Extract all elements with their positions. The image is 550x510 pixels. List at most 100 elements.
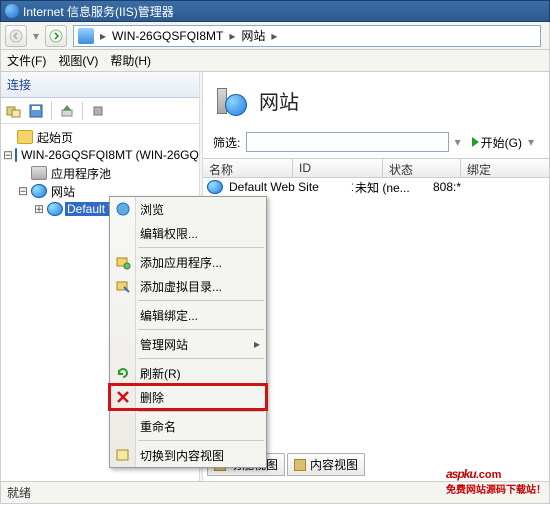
toolbar-separator	[51, 102, 52, 120]
tree-label: WIN-26GQSFQI8MT (WIN-26GQS	[19, 148, 199, 162]
up-icon[interactable]	[58, 102, 76, 120]
ctx-label: 切换到内容视图	[140, 447, 224, 464]
tree-start-page[interactable]: 起始页	[1, 128, 199, 146]
tab-content-view[interactable]: 内容视图	[287, 453, 365, 476]
cell-name: Default Web Site	[227, 180, 349, 194]
window-titlebar: Internet 信息服务(IIS)管理器	[0, 0, 550, 22]
connections-toolbar	[1, 98, 199, 124]
browse-icon	[114, 200, 132, 218]
breadcrumb-sites[interactable]: 网站	[237, 27, 269, 44]
list-item[interactable]: Default Web Site 1 未知 (ne... 808:*	[203, 178, 549, 196]
add-app-icon	[114, 253, 132, 271]
ctx-edit-permissions[interactable]: 编辑权限...	[110, 221, 266, 245]
menu-view[interactable]: 视图(V)	[58, 52, 98, 69]
ctx-rename[interactable]: 重命名	[110, 414, 266, 438]
toolbar-separator	[82, 102, 83, 120]
expand-icon[interactable]: ⊞	[33, 202, 45, 216]
breadcrumb[interactable]: ▸ WIN-26GQSFQI8MT ▸ 网站 ▸	[73, 25, 541, 47]
back-history-dropdown[interactable]: ▾	[29, 25, 43, 47]
tab-label: 内容视图	[310, 456, 358, 473]
tree-label: 起始页	[35, 129, 75, 146]
tree-label: 网站	[49, 183, 77, 200]
ctx-label: 刷新(R)	[140, 365, 181, 382]
menu-file[interactable]: 文件(F)	[7, 52, 46, 69]
content-view-icon	[114, 446, 132, 464]
ctx-label: 管理网站	[140, 336, 188, 353]
ctx-separator	[138, 247, 264, 248]
play-icon	[472, 137, 479, 147]
ctx-separator	[138, 358, 264, 359]
website-icon	[47, 202, 63, 216]
nav-toolbar: ▾ ▸ WIN-26GQSFQI8MT ▸ 网站 ▸	[0, 22, 550, 50]
server-icon	[15, 148, 17, 162]
filter-row: 筛选: ▾ 开始(G) ▾	[203, 132, 549, 158]
ctx-label: 编辑绑定...	[140, 307, 198, 324]
collapse-icon[interactable]: ⊟	[17, 184, 29, 198]
list-header: 名称 ID 状态 绑定	[203, 158, 549, 178]
filter-input[interactable]	[246, 132, 448, 152]
content-header: 网站	[203, 72, 549, 132]
submenu-arrow-icon: ▸	[254, 337, 260, 351]
ctx-add-application[interactable]: 添加应用程序...	[110, 250, 266, 274]
ctx-label: 重命名	[140, 418, 176, 435]
go-button[interactable]: 开始(G) ▾	[467, 132, 539, 152]
main-area: 连接 起始页 ⊟ WIN-26GQSFQI8MT (WIN-26GQS	[0, 72, 550, 482]
ctx-label: 删除	[140, 389, 164, 406]
col-name[interactable]: 名称	[203, 159, 293, 177]
status-text: 就绪	[7, 484, 31, 501]
ctx-label: 浏览	[140, 201, 164, 218]
page-title: 网站	[259, 86, 299, 115]
sites-large-icon	[213, 82, 249, 118]
col-bind[interactable]: 绑定	[461, 159, 549, 177]
save-icon[interactable]	[27, 102, 45, 120]
breadcrumb-server[interactable]: WIN-26GQSFQI8MT	[108, 29, 227, 43]
sites-icon	[31, 184, 47, 198]
tree-app-pools[interactable]: 应用程序池	[1, 164, 199, 182]
ctx-label: 添加虚拟目录...	[140, 278, 222, 295]
content-icon	[294, 459, 306, 471]
ctx-separator	[138, 300, 264, 301]
go-label: 开始(G)	[481, 134, 522, 151]
tree-label: 应用程序池	[49, 165, 113, 182]
col-id[interactable]: ID	[293, 159, 383, 177]
window-title: Internet 信息服务(IIS)管理器	[23, 3, 174, 20]
connections-title: 连接	[1, 72, 199, 98]
add-vdir-icon	[114, 277, 132, 295]
menu-help[interactable]: 帮助(H)	[110, 52, 151, 69]
back-button[interactable]	[5, 25, 27, 47]
website-icon	[207, 180, 223, 194]
refresh-icon	[114, 364, 132, 382]
ctx-refresh[interactable]: 刷新(R)	[110, 361, 266, 385]
stop-icon[interactable]	[89, 102, 107, 120]
ctx-switch-content-view[interactable]: 切换到内容视图	[110, 443, 266, 467]
tree-server[interactable]: ⊟ WIN-26GQSFQI8MT (WIN-26GQS	[1, 146, 199, 164]
ctx-label: 添加应用程序...	[140, 254, 222, 271]
chevron-right-icon: ▸	[269, 29, 279, 43]
collapse-icon[interactable]: ⊟	[3, 148, 13, 162]
cell-bind: 808:*	[431, 180, 549, 194]
app-pools-icon	[31, 166, 47, 180]
home-icon	[17, 130, 33, 144]
ctx-separator	[138, 440, 264, 441]
cell-state: 未知 (ne...	[353, 179, 431, 196]
breadcrumb-root-icon	[78, 28, 94, 44]
col-state[interactable]: 状态	[383, 159, 461, 177]
ctx-manage-site[interactable]: 管理网站 ▸	[110, 332, 266, 356]
ctx-separator	[138, 329, 264, 330]
context-menu: 浏览 编辑权限... 添加应用程序... 添加虚拟目录... 编辑绑定... 管…	[109, 196, 267, 468]
ctx-delete[interactable]: 删除	[110, 385, 266, 409]
ctx-edit-bindings[interactable]: 编辑绑定...	[110, 303, 266, 327]
filter-label: 筛选:	[213, 134, 240, 151]
connect-icon[interactable]	[5, 102, 23, 120]
status-bar: 就绪	[0, 482, 550, 504]
ctx-label: 编辑权限...	[140, 225, 198, 242]
ctx-add-virtual-dir[interactable]: 添加虚拟目录...	[110, 274, 266, 298]
forward-button[interactable]	[45, 25, 67, 47]
iis-icon	[5, 4, 19, 18]
menubar: 文件(F) 视图(V) 帮助(H)	[0, 50, 550, 72]
chevron-right-icon: ▸	[227, 29, 237, 43]
delete-icon	[114, 388, 132, 406]
ctx-separator	[138, 411, 264, 412]
ctx-browse[interactable]: 浏览	[110, 197, 266, 221]
chevron-right-icon: ▸	[98, 29, 108, 43]
